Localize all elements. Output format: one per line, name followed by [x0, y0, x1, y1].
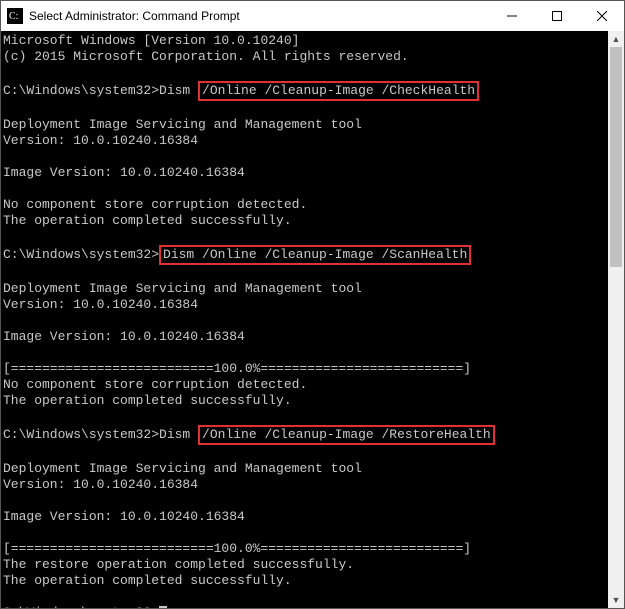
window-title: Select Administrator: Command Prompt	[29, 9, 240, 23]
os-banner-line2: (c) 2015 Microsoft Corporation. All righ…	[3, 49, 409, 64]
prompt: C:\Windows\system32>	[3, 427, 159, 442]
dism-image-version: Image Version: 10.0.10240.16384	[3, 165, 245, 180]
prompt: C:\Windows\system32>	[3, 83, 159, 98]
cursor	[159, 606, 167, 608]
svg-text:C:: C:	[9, 11, 18, 22]
maximize-button[interactable]	[534, 1, 579, 31]
dism-version-line: Version: 10.0.10240.16384	[3, 297, 198, 312]
dism-restore-completed: The restore operation completed successf…	[3, 557, 354, 572]
dism-completed: The operation completed successfully.	[3, 573, 292, 588]
dism-image-version: Image Version: 10.0.10240.16384	[3, 329, 245, 344]
terminal-output[interactable]: Microsoft Windows [Version 10.0.10240] (…	[1, 31, 608, 608]
cmd-icon: C:	[7, 8, 23, 24]
vertical-scrollbar[interactable]: ▲ ▼	[608, 31, 624, 608]
scroll-up-button[interactable]: ▲	[608, 31, 624, 47]
cmd3-prefix: Dism	[159, 427, 198, 442]
scroll-thumb[interactable]	[610, 47, 622, 267]
titlebar[interactable]: C: Select Administrator: Command Prompt	[1, 1, 624, 31]
cmd2-highlight: Dism /Online /Cleanup-Image /ScanHealth	[159, 245, 471, 265]
close-button[interactable]	[579, 1, 624, 31]
dism-image-version: Image Version: 10.0.10240.16384	[3, 509, 245, 524]
prompt: C:\Windows\system32>	[3, 247, 159, 262]
dism-version-line: Version: 10.0.10240.16384	[3, 133, 198, 148]
cmd1-prefix: Dism	[159, 83, 198, 98]
dism-tool-line: Deployment Image Servicing and Managemen…	[3, 117, 362, 132]
dism-progress: [==========================100.0%=======…	[3, 361, 471, 376]
dism-completed: The operation completed successfully.	[3, 213, 292, 228]
dism-completed: The operation completed successfully.	[3, 393, 292, 408]
dism-tool-line: Deployment Image Servicing and Managemen…	[3, 281, 362, 296]
prompt: C:\Windows\system32>	[3, 605, 159, 608]
cmd1-highlight: /Online /Cleanup-Image /CheckHealth	[198, 81, 479, 101]
dism-no-corruption: No component store corruption detected.	[3, 377, 307, 392]
command-prompt-window: C: Select Administrator: Command Prompt …	[0, 0, 625, 609]
os-banner-line1: Microsoft Windows [Version 10.0.10240]	[3, 33, 299, 48]
minimize-button[interactable]	[489, 1, 534, 31]
terminal-area: Microsoft Windows [Version 10.0.10240] (…	[1, 31, 624, 608]
dism-progress: [==========================100.0%=======…	[3, 541, 471, 556]
cmd3-highlight: /Online /Cleanup-Image /RestoreHealth	[198, 425, 495, 445]
dism-tool-line: Deployment Image Servicing and Managemen…	[3, 461, 362, 476]
scroll-down-button[interactable]: ▼	[608, 592, 624, 608]
dism-no-corruption: No component store corruption detected.	[3, 197, 307, 212]
dism-version-line: Version: 10.0.10240.16384	[3, 477, 198, 492]
